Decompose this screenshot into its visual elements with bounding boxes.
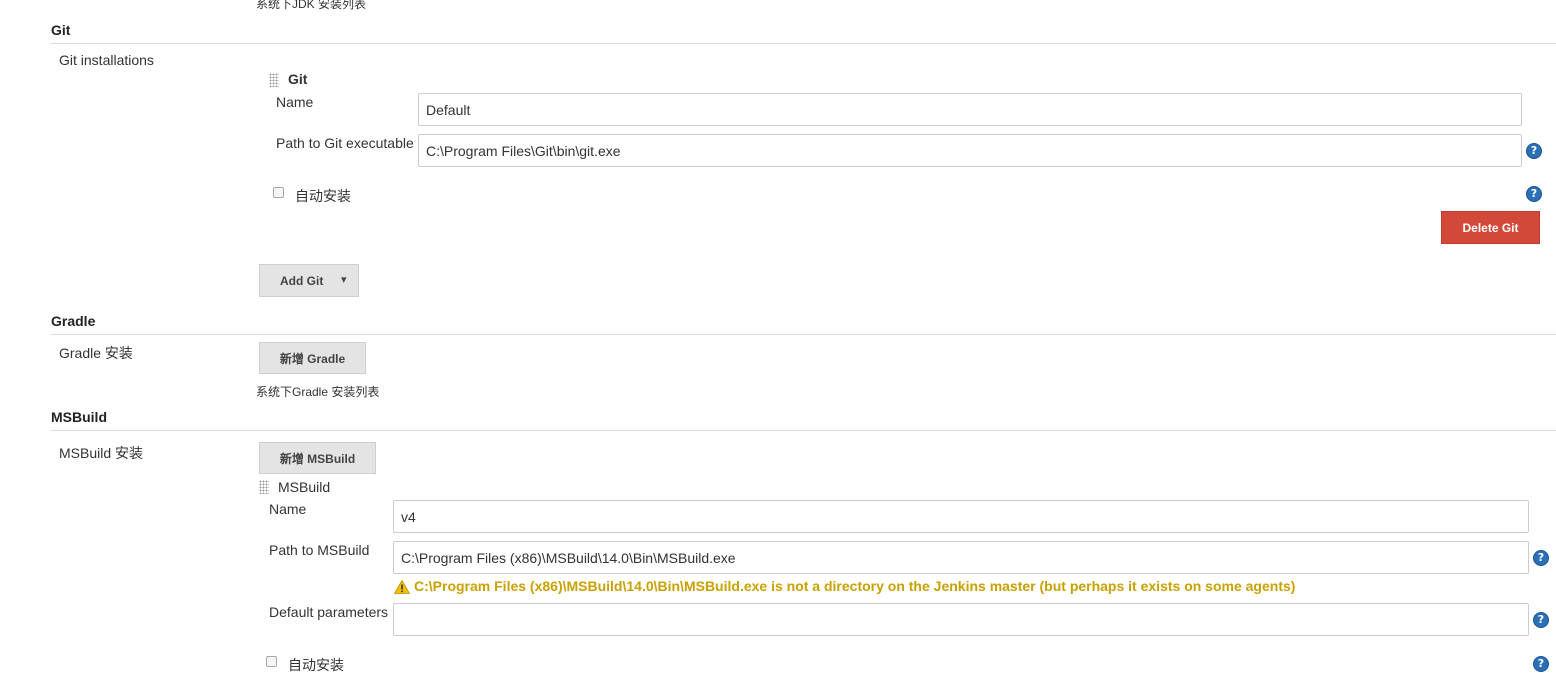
msbuild-path-warning: C:\Program Files (x86)\MSBuild\14.0\Bin\… xyxy=(414,578,1296,594)
add-msbuild-button-label: 新增 MSBuild xyxy=(279,451,356,466)
git-installations-label: Git installations xyxy=(59,52,154,68)
add-msbuild-button[interactable]: 新增 MSBuild xyxy=(259,442,376,474)
git-auto-install-label: 自动安装 xyxy=(295,188,351,204)
add-gradle-button[interactable]: 新增 Gradle xyxy=(259,342,366,374)
jdk-installations-description: 系统下JDK 安装列表 xyxy=(256,0,367,11)
msbuild-auto-install-help-icon[interactable]: ? xyxy=(1533,656,1549,672)
add-gradle-button-label: 新增 Gradle xyxy=(279,351,346,366)
msbuild-drag-handle[interactable] xyxy=(259,480,269,494)
git-section-title: Git xyxy=(51,22,71,38)
msbuild-params-label: Default parameters xyxy=(269,604,389,620)
git-path-label: Path to Git executable xyxy=(276,135,414,151)
msbuild-params-help-icon[interactable]: ? xyxy=(1533,612,1549,628)
git-block-title: Git xyxy=(288,71,308,87)
msbuild-auto-install-checkbox[interactable] xyxy=(266,656,277,667)
msbuild-name-label: Name xyxy=(269,501,307,517)
git-auto-install-checkbox[interactable] xyxy=(273,187,284,198)
git-path-input[interactable] xyxy=(418,134,1522,167)
gradle-section-title: Gradle xyxy=(51,313,96,329)
git-name-input[interactable] xyxy=(418,93,1522,126)
warning-icon xyxy=(394,580,410,594)
git-section-divider xyxy=(50,43,1556,44)
delete-git-button[interactable]: Delete Git xyxy=(1441,211,1540,244)
delete-git-button-label: Delete Git xyxy=(1462,220,1519,235)
git-auto-install-help-icon[interactable]: ? xyxy=(1526,186,1542,202)
git-name-label: Name xyxy=(276,94,314,110)
msbuild-section-title: MSBuild xyxy=(51,409,107,425)
gradle-install-label: Gradle 安装 xyxy=(59,345,133,361)
git-drag-handle[interactable] xyxy=(269,73,279,87)
gradle-installations-description: 系统下Gradle 安装列表 xyxy=(256,385,380,399)
msbuild-block-title: MSBuild xyxy=(278,479,331,495)
msbuild-auto-install-label: 自动安装 xyxy=(288,657,344,673)
gradle-section-divider xyxy=(50,334,1556,335)
msbuild-path-label: Path to MSBuild xyxy=(269,542,370,558)
git-path-help-icon[interactable]: ? xyxy=(1526,143,1542,159)
chevron-down-icon[interactable]: ▾ xyxy=(341,273,347,286)
msbuild-path-input[interactable] xyxy=(393,541,1529,574)
msbuild-install-label: MSBuild 安装 xyxy=(59,445,144,461)
add-git-button-label: Add Git xyxy=(280,273,324,288)
msbuild-path-help-icon[interactable]: ? xyxy=(1533,550,1549,566)
msbuild-section-divider xyxy=(50,430,1556,431)
add-git-button[interactable]: Add Git ▾ xyxy=(259,264,359,297)
msbuild-name-input[interactable] xyxy=(393,500,1529,533)
msbuild-params-input[interactable] xyxy=(393,603,1529,636)
